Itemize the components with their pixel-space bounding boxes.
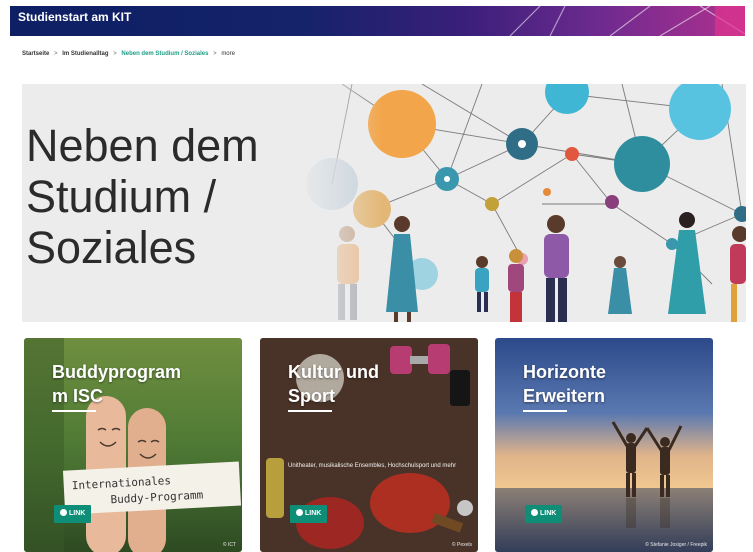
breadcrumb-separator: > (54, 51, 58, 57)
link-label: LINK (540, 510, 557, 517)
tile-buddyprogramm[interactable]: Internationales Buddy-Programm Buddyprog… (24, 338, 242, 552)
hero-title: Neben dem Studium / Soziales (26, 120, 259, 273)
tile-kultur-und-sport[interactable]: Kultur und Sport Unitheater, musikalisch… (260, 338, 478, 552)
tile-title: Horizonte Erweitern (523, 360, 606, 408)
image-credit: © Pexels (451, 542, 472, 548)
breadcrumb-separator: > (113, 51, 117, 57)
breadcrumb-separator: > (213, 51, 217, 57)
tile-title-line: Buddyprogram (52, 362, 182, 382)
tile-title-line: Kultur und (288, 362, 379, 382)
breadcrumb-current: Neben dem Studium / Soziales (121, 51, 209, 57)
globe-icon (60, 509, 67, 516)
breadcrumb-home[interactable]: Startseite (22, 51, 49, 57)
tile-title: Kultur und Sport (288, 360, 379, 408)
title-underline (523, 410, 567, 412)
hero-title-line: Studium / (26, 171, 217, 222)
breadcrumb-studienalltag[interactable]: Im Studienalltag (62, 51, 108, 57)
site-banner: Studienstart am KIT (10, 6, 745, 36)
link-label: LINK (69, 510, 86, 517)
link-label: LINK (305, 510, 322, 517)
tile-link-button[interactable]: LINK (290, 505, 328, 523)
image-credit: © ICT (222, 542, 236, 548)
tile-title-line: Sport (288, 386, 335, 406)
breadcrumb-more[interactable]: more (221, 51, 235, 57)
hero-title-line: Soziales (26, 222, 197, 273)
globe-icon (296, 509, 303, 516)
tile-title-line: Erweitern (523, 386, 606, 406)
banner-title[interactable]: Studienstart am KIT (18, 10, 131, 24)
breadcrumb: Startseite > Im Studienalltag > Neben de… (22, 51, 235, 57)
tile-link-button[interactable]: LINK (54, 505, 92, 523)
tile-title-line: Horizonte (523, 362, 606, 382)
tile-title: Buddyprogram m ISC (52, 360, 181, 408)
image-credit: © Stefanie Josiger / Freepik (645, 542, 707, 548)
title-underline (288, 410, 332, 412)
tile-title-line: m ISC (52, 386, 104, 406)
tile-link-button[interactable]: LINK (525, 505, 563, 523)
tile-description: Unitheater, musikalische Ensembles, Hoch… (288, 463, 457, 469)
tile-horizonte-erweitern[interactable]: Horizonte Erweitern LINK © Stefanie Josi… (495, 338, 713, 552)
title-underline (52, 410, 96, 412)
hero-banner: Neben dem Studium / Soziales (22, 84, 746, 322)
hero-title-line: Neben dem (26, 120, 259, 171)
globe-icon (531, 509, 538, 516)
